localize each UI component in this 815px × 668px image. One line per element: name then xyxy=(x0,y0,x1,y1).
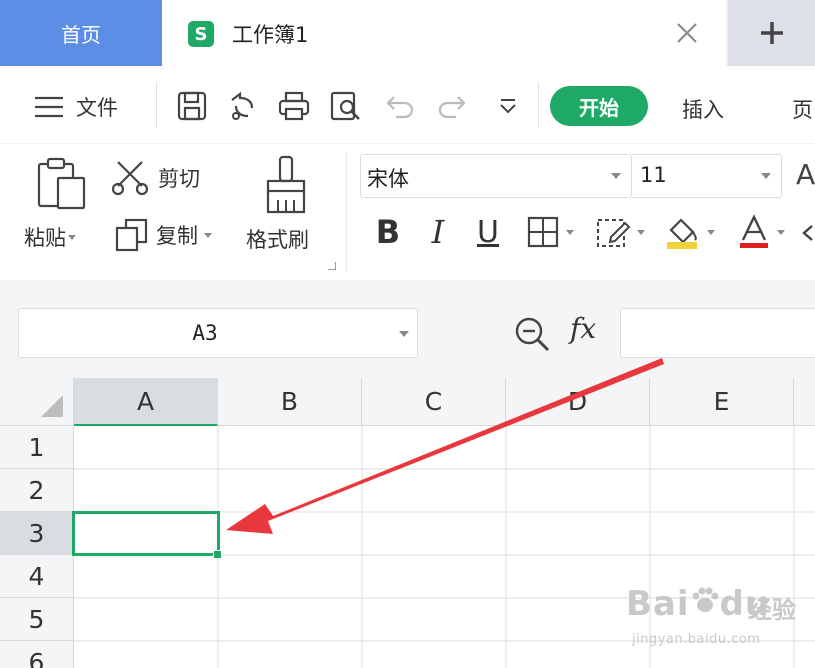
undo-icon xyxy=(386,96,414,119)
column-header[interactable]: D xyxy=(506,378,650,426)
tab-page-layout[interactable]: 页 xyxy=(792,94,815,124)
format-painter-icon[interactable] xyxy=(262,154,310,216)
ribbon-divider xyxy=(346,152,347,272)
formula-input[interactable] xyxy=(620,308,815,358)
chevron-down-icon xyxy=(637,229,645,235)
font-name-select[interactable]: 宋体 xyxy=(360,154,632,198)
cut-label: 剪切 xyxy=(158,167,200,191)
tab-home[interactable]: 首页 xyxy=(0,0,162,66)
cell-style-button[interactable] xyxy=(590,212,650,252)
redo-icon xyxy=(438,96,466,119)
copy-button[interactable]: 复制 xyxy=(114,218,212,252)
file-menu-button[interactable]: 文件 xyxy=(34,92,118,122)
paw-icon xyxy=(692,587,719,612)
font-size-value: 11 xyxy=(640,163,667,187)
tab-start[interactable]: 开始 xyxy=(550,86,648,126)
new-tab-button[interactable] xyxy=(728,0,815,66)
row-header[interactable]: 3 xyxy=(0,512,74,555)
watermark-jingyan: 经验 xyxy=(748,596,796,624)
row-header[interactable]: 1 xyxy=(0,426,74,469)
scissors-icon xyxy=(112,161,149,196)
toolbar-divider xyxy=(538,82,539,128)
tab-bar: 首页 S 工作簿1 xyxy=(0,0,815,66)
underline-button[interactable]: U xyxy=(470,212,506,252)
font-color-button[interactable] xyxy=(732,212,790,252)
column-header[interactable] xyxy=(794,378,815,426)
row-header[interactable]: 2 xyxy=(0,469,74,512)
chevron-down-icon xyxy=(566,229,574,235)
format-painter-button[interactable]: 格式刷 xyxy=(246,224,309,254)
selected-cell[interactable] xyxy=(72,511,220,556)
baidu-watermark: Bai du 经验 jingyan.baidu.com xyxy=(626,582,806,660)
select-all-button[interactable] xyxy=(0,378,74,426)
copy-icon xyxy=(115,218,148,252)
column-header[interactable]: B xyxy=(218,378,362,426)
dialog-launcher-icon[interactable] xyxy=(328,262,336,270)
font-color-icon xyxy=(740,214,768,248)
watermark-url: jingyan.baidu.com xyxy=(632,632,761,647)
chevron-down-icon xyxy=(777,229,785,235)
name-box-value: A3 xyxy=(192,321,218,345)
more-button[interactable] xyxy=(490,88,526,124)
chevron-left-icon[interactable] xyxy=(800,224,814,242)
save-button[interactable] xyxy=(174,88,210,124)
column-header[interactable]: E xyxy=(650,378,794,426)
tab-workbook[interactable]: S 工作簿1 xyxy=(162,0,726,66)
tab-start-label: 开始 xyxy=(579,95,619,120)
spreadsheet-icon: S xyxy=(188,21,214,47)
print-icon xyxy=(278,91,310,121)
borders-icon xyxy=(527,216,559,248)
more-icon xyxy=(500,99,516,114)
fill-color-icon xyxy=(667,218,697,249)
print-button[interactable] xyxy=(276,88,312,124)
chevron-down-icon xyxy=(68,234,76,240)
italic-button[interactable]: I xyxy=(420,212,456,252)
paste-label: 粘贴 xyxy=(24,226,66,250)
zoom-icon[interactable] xyxy=(512,314,552,354)
column-header[interactable]: C xyxy=(362,378,506,426)
file-menu-label: 文件 xyxy=(76,96,118,120)
undo-button[interactable] xyxy=(382,88,418,124)
close-icon[interactable] xyxy=(674,20,700,46)
toolbar-divider xyxy=(156,82,157,128)
select-all-icon xyxy=(41,395,63,417)
menu-row: 文件 开始 插入 页 xyxy=(0,66,815,144)
export-icon xyxy=(231,91,254,120)
print-preview-icon xyxy=(330,91,360,121)
borders-button[interactable] xyxy=(520,212,580,252)
paste-button[interactable]: 粘贴 xyxy=(24,222,76,252)
chevron-down-icon xyxy=(611,173,621,179)
paste-icon[interactable] xyxy=(36,156,88,212)
name-box[interactable]: A3 xyxy=(18,308,418,358)
save-icon xyxy=(177,91,207,121)
column-header[interactable]: A xyxy=(74,378,218,426)
redo-button[interactable] xyxy=(434,88,470,124)
tab-workbook-title: 工作簿1 xyxy=(232,23,309,47)
ribbon: 粘贴 剪切 复制 格式刷 宋体 11 A B I U xyxy=(0,144,815,280)
cell-style-icon xyxy=(597,219,631,247)
insert-function-button[interactable]: fx xyxy=(570,312,596,345)
chevron-down-icon xyxy=(707,229,715,235)
bold-button[interactable]: B xyxy=(370,212,406,252)
chevron-down-icon xyxy=(399,331,409,337)
chevron-down-icon xyxy=(761,173,771,179)
tab-insert[interactable]: 插入 xyxy=(682,94,724,124)
chevron-down-icon xyxy=(204,232,212,238)
cut-button[interactable]: 剪切 xyxy=(112,160,200,196)
copy-label: 复制 xyxy=(156,224,198,248)
row-header[interactable]: 4 xyxy=(0,555,74,598)
menu-icon xyxy=(35,96,63,118)
print-preview-button[interactable] xyxy=(328,88,364,124)
font-size-select[interactable]: 11 xyxy=(632,154,782,198)
fill-handle[interactable] xyxy=(213,550,222,559)
font-name-value: 宋体 xyxy=(367,167,409,191)
tab-home-label: 首页 xyxy=(61,22,101,47)
row-header[interactable]: 6 xyxy=(0,641,74,668)
plus-icon xyxy=(760,22,783,44)
row-header[interactable]: 5 xyxy=(0,598,74,641)
export-button[interactable] xyxy=(224,88,260,124)
increase-font-button[interactable]: A xyxy=(796,158,815,191)
fill-color-button[interactable] xyxy=(658,212,720,252)
